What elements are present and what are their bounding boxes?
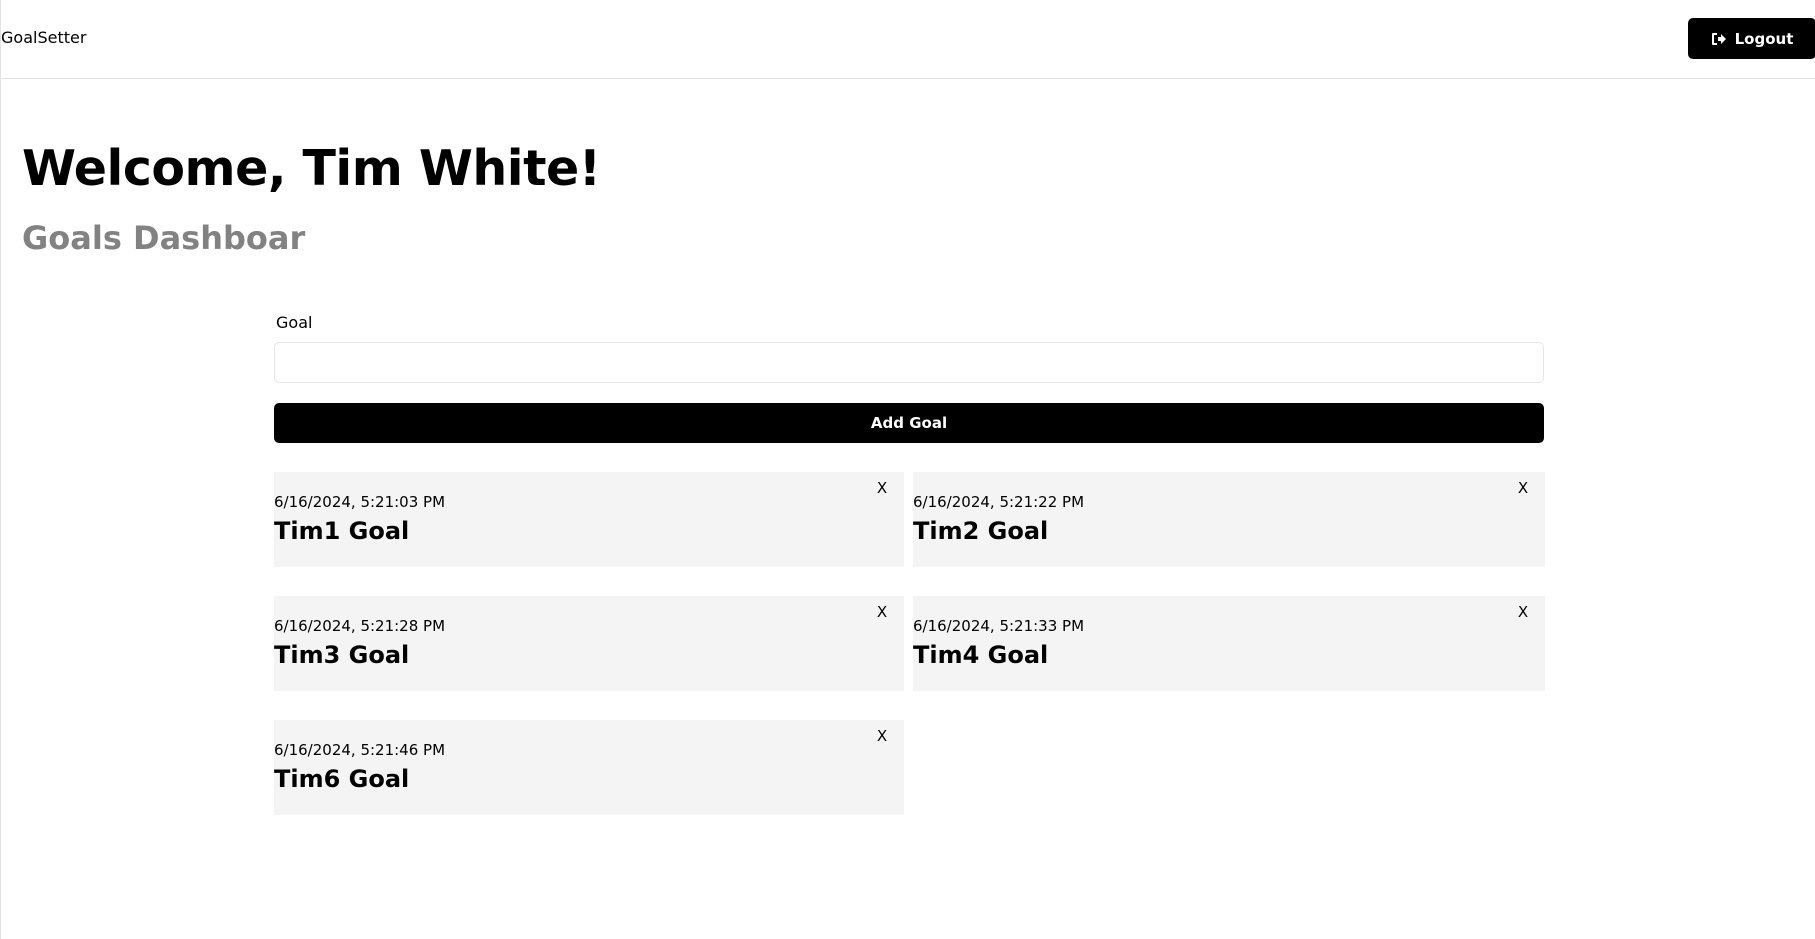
goal-input[interactable]	[274, 342, 1544, 383]
goal-date: 6/16/2024, 5:21:28 PM	[274, 617, 446, 635]
goal-card: 6/16/2024, 5:21:28 PM Tim3 Goal X	[274, 596, 904, 691]
goal-date: 6/16/2024, 5:21:03 PM	[274, 493, 446, 511]
page: GoalSetter Logout Welcome, Tim White! Go…	[0, 0, 1815, 939]
goal-form: Goal Add Goal	[274, 313, 1544, 443]
delete-goal-button[interactable]: X	[1513, 478, 1533, 498]
goal-title: Tim1 Goal	[274, 517, 410, 545]
goal-date: 6/16/2024, 5:21:46 PM	[274, 741, 446, 759]
delete-goal-button[interactable]: X	[872, 478, 892, 498]
delete-goal-button[interactable]: X	[872, 726, 892, 746]
goal-card: 6/16/2024, 5:21:03 PM Tim1 Goal X	[274, 472, 904, 567]
goals-list: 6/16/2024, 5:21:03 PM Tim1 Goal X 6/16/2…	[274, 472, 1545, 815]
goal-title: Tim6 Goal	[274, 765, 410, 793]
welcome-heading: Welcome, Tim White!	[22, 140, 601, 197]
header: GoalSetter Logout	[1, 0, 1815, 79]
dashboard-subtitle: Goals Dashboar	[22, 219, 306, 257]
add-goal-button[interactable]: Add Goal	[274, 403, 1544, 443]
sign-out-icon	[1711, 32, 1727, 46]
logout-label: Logout	[1734, 29, 1794, 48]
goal-date: 6/16/2024, 5:21:22 PM	[913, 493, 1085, 511]
goal-title: Tim4 Goal	[913, 641, 1049, 669]
goal-card: 6/16/2024, 5:21:22 PM Tim2 Goal X	[913, 472, 1545, 567]
goal-label: Goal	[276, 313, 313, 332]
delete-goal-button[interactable]: X	[1513, 602, 1533, 622]
delete-goal-button[interactable]: X	[872, 602, 892, 622]
logout-button[interactable]: Logout	[1688, 18, 1815, 59]
goal-title: Tim2 Goal	[913, 517, 1049, 545]
goal-title: Tim3 Goal	[274, 641, 410, 669]
goal-card: 6/16/2024, 5:21:33 PM Tim4 Goal X	[913, 596, 1545, 691]
goal-date: 6/16/2024, 5:21:33 PM	[913, 617, 1085, 635]
goal-card: 6/16/2024, 5:21:46 PM Tim6 Goal X	[274, 720, 904, 815]
app-logo-link[interactable]: GoalSetter	[1, 28, 86, 48]
